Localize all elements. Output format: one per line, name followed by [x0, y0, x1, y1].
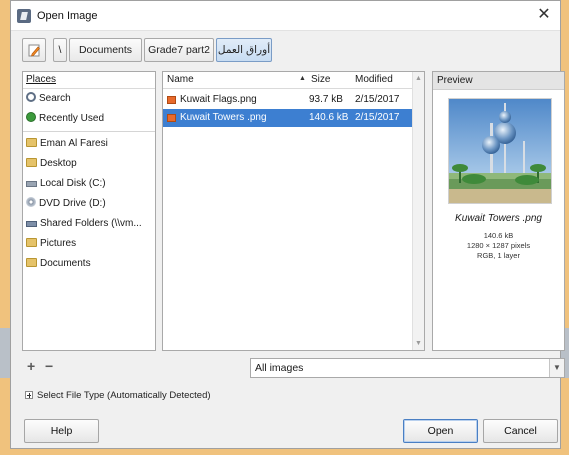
file-name: Kuwait Towers .png: [180, 112, 267, 123]
places-header[interactable]: Places: [23, 72, 155, 89]
place-recently-used[interactable]: Recently Used: [23, 109, 155, 129]
column-modified[interactable]: Modified: [355, 74, 393, 85]
file-modified: 2/15/2017: [355, 112, 400, 123]
preview-header[interactable]: Preview: [433, 72, 564, 90]
preview-thumbnail: [448, 98, 552, 204]
folder-icon: [26, 158, 37, 167]
place-shared-folders[interactable]: Shared Folders (\\vm...: [23, 214, 155, 234]
image-file-icon: [167, 114, 176, 122]
close-icon: ✕: [537, 6, 551, 23]
select-file-type-expander[interactable]: Select File Type (Automatically Detected…: [25, 390, 211, 401]
preview-file-size: 140.6 kB: [483, 231, 514, 240]
column-name[interactable]: Name: [167, 74, 194, 85]
background-frame-left: [0, 0, 10, 455]
sort-ascending-icon: ▲: [299, 75, 306, 82]
file-size: 93.7 kB: [309, 94, 343, 105]
preview-file-name: Kuwait Towers .png: [455, 213, 542, 224]
folder-icon: [26, 238, 37, 247]
background-frame-bottom: [0, 449, 569, 455]
image-file-icon: [167, 96, 176, 104]
minus-icon: −: [45, 358, 54, 374]
scroll-down-icon[interactable]: ▼: [415, 340, 422, 347]
place-dvd-drive[interactable]: DVD Drive (D:): [23, 194, 155, 214]
file-list: Name ▲ Size Modified Kuwait Flags.png 93…: [162, 71, 425, 351]
crumb-grade7-part2[interactable]: Grade7 part2: [144, 38, 214, 62]
type-location-button[interactable]: [22, 38, 46, 62]
crumb-worksheets[interactable]: أوراق العمل: [216, 38, 272, 62]
pencil-icon: [28, 44, 40, 57]
window-title: Open Image: [37, 10, 98, 22]
dvd-icon: [26, 197, 36, 207]
network-drive-icon: [26, 221, 37, 227]
help-button[interactable]: Help: [24, 419, 99, 443]
file-list-header: Name ▲ Size Modified: [163, 72, 412, 89]
scroll-up-icon[interactable]: ▲: [415, 75, 422, 82]
expand-icon: [25, 391, 33, 399]
place-pictures[interactable]: Pictures: [23, 234, 155, 254]
open-image-dialog: Open Image ✕ \ Documents Grade7 part2 أو…: [10, 0, 565, 449]
place-home-folder[interactable]: Eman Al Faresi: [23, 134, 155, 154]
place-documents[interactable]: Documents: [23, 254, 155, 274]
places-panel: Places Search Recently Used Eman Al Fare…: [22, 71, 156, 351]
folder-icon: [26, 258, 37, 267]
file-list-scrollbar[interactable]: ▲ ▼: [412, 72, 424, 350]
open-button[interactable]: Open: [403, 419, 478, 443]
file-filter-value: All images: [255, 362, 304, 374]
file-size: 140.6 kB: [309, 112, 349, 123]
preview-dimensions: 1280 × 1287 pixels: [466, 241, 531, 250]
crumb-root[interactable]: \: [53, 38, 67, 62]
file-row-kuwait-towers[interactable]: Kuwait Towers .png 140.6 kB 2/15/2017: [163, 109, 412, 127]
preview-color-info: RGB, 1 layer: [477, 251, 520, 260]
chevron-down-icon[interactable]: ▼: [549, 359, 564, 377]
recent-icon: [26, 112, 36, 122]
file-filter-select[interactable]: All images ▼: [250, 358, 565, 378]
folder-icon: [26, 138, 37, 147]
remove-bookmark-button[interactable]: −: [45, 358, 53, 374]
place-desktop[interactable]: Desktop: [23, 154, 155, 174]
app-icon: [17, 9, 31, 23]
close-button[interactable]: ✕: [532, 4, 556, 26]
crumb-documents[interactable]: Documents: [69, 38, 142, 62]
search-icon: [26, 92, 36, 102]
file-modified: 2/15/2017: [355, 94, 400, 105]
file-row-kuwait-flags[interactable]: Kuwait Flags.png 93.7 kB 2/15/2017: [163, 91, 412, 109]
add-bookmark-button[interactable]: +: [27, 358, 35, 374]
file-name: Kuwait Flags.png: [180, 94, 257, 105]
title-bar[interactable]: Open Image ✕: [11, 1, 560, 31]
place-local-disk[interactable]: Local Disk (C:): [23, 174, 155, 194]
kuwait-towers-image: [449, 99, 551, 203]
disk-icon: [26, 181, 37, 187]
preview-panel: Preview Kuwait Towers .png 140.6 kB 1280…: [432, 71, 565, 351]
place-search[interactable]: Search: [23, 89, 155, 109]
column-size[interactable]: Size: [311, 74, 330, 85]
plus-icon: +: [27, 358, 36, 374]
places-divider: [23, 131, 155, 132]
cancel-button[interactable]: Cancel: [483, 419, 558, 443]
